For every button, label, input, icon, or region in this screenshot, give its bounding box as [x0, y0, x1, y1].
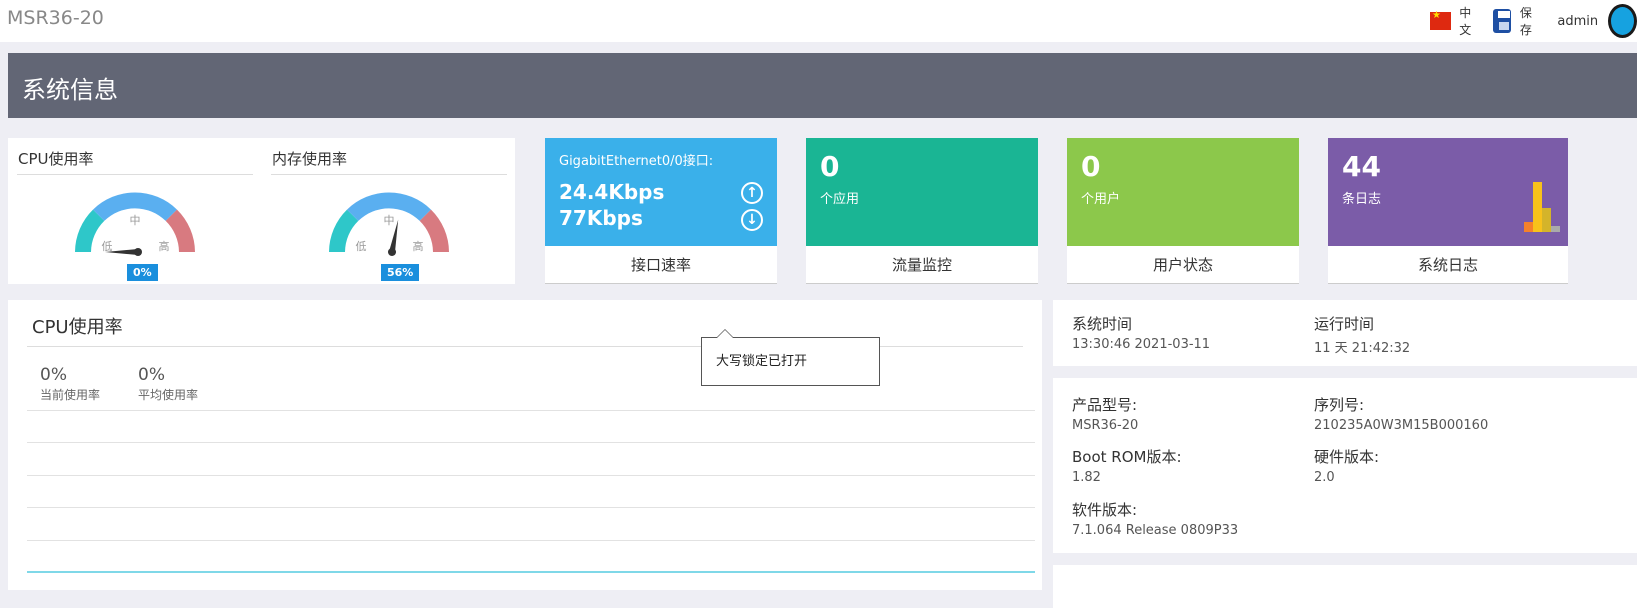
- boot-rom-value: 1.82: [1072, 470, 1101, 485]
- top-right-controls: 中文 保存 admin: [1430, 4, 1637, 38]
- upload-rate: 24.4Kbps: [559, 180, 665, 204]
- software-version-label: 软件版本:: [1072, 501, 1138, 519]
- download-arrow-icon: ↓: [741, 209, 763, 231]
- serial-number-label: 序列号:: [1314, 396, 1365, 414]
- cpu-usage-panel: CPU使用率 0% 当前使用率 0% 平均使用率: [8, 300, 1042, 590]
- avatar[interactable]: [1608, 4, 1637, 38]
- language-selector[interactable]: 中文: [1459, 4, 1479, 38]
- chart-gridline: [27, 507, 1035, 508]
- caps-lock-tooltip: 大写锁定已打开: [701, 329, 880, 386]
- device-info-card: 产品型号: MSR36-20 序列号: 210235A0W3M15B000160…: [1053, 378, 1637, 553]
- interface-rate-summary: GigabitEthernet0/0接口: 24.4Kbps 77Kbps ↑ …: [545, 138, 777, 246]
- product-model: 产品型号: MSR36-20: [1072, 394, 1138, 433]
- user-status-link[interactable]: 用户状态: [1067, 246, 1299, 284]
- user-count: 0: [1081, 150, 1101, 183]
- serial-number: 序列号: 210235A0W3M15B000160: [1314, 394, 1488, 433]
- device-model-title: MSR36-20: [7, 7, 104, 29]
- cpu-gauge-low-label: 低: [102, 240, 113, 253]
- chart-gridline: [27, 442, 1035, 443]
- log-summary: 44 条日志: [1328, 138, 1568, 246]
- average-usage-label: 平均使用率: [138, 388, 199, 402]
- usage-gauges-card: CPU使用率 中 低 高 0% 内存使用率 中 低 高 56%: [8, 138, 515, 284]
- memory-gauge[interactable]: 内存使用率 中 低 高 56%: [271, 138, 507, 284]
- product-model-value: MSR36-20: [1072, 418, 1139, 433]
- memory-usage-badge: 56%: [381, 264, 420, 281]
- average-usage-stat: 0% 平均使用率: [138, 365, 198, 403]
- save-button[interactable]: 保存: [1520, 4, 1540, 38]
- bar-chart-icon: [1524, 180, 1564, 232]
- user-status-tile[interactable]: 0 个用户 用户状态: [1067, 138, 1299, 284]
- cpu-gauge-title: CPU使用率: [18, 150, 94, 168]
- traffic-monitor-tile[interactable]: 0 个应用 流量监控: [806, 138, 1038, 284]
- traffic-monitor-link[interactable]: 流量监控: [806, 246, 1038, 284]
- chart-gridline: [27, 475, 1035, 476]
- memory-gauge-title: 内存使用率: [272, 150, 348, 168]
- memory-gauge-high-label: 高: [413, 239, 424, 253]
- system-log-link[interactable]: 系统日志: [1328, 246, 1568, 284]
- upload-arrow-icon: ↑: [741, 182, 763, 204]
- interface-name: GigabitEthernet0/0接口:: [559, 154, 714, 169]
- cpu-usage-line: [27, 571, 1035, 573]
- divider: [17, 174, 253, 175]
- china-flag-icon[interactable]: [1430, 10, 1452, 30]
- cpu-panel-title: CPU使用率: [32, 317, 123, 338]
- system-time-value: 13:30:46 2021-03-11: [1072, 337, 1211, 352]
- memory-gauge-dial: 中 低 高: [329, 192, 449, 256]
- interface-rate-link[interactable]: 接口速率: [545, 246, 777, 284]
- chart-gridline: [27, 540, 1035, 541]
- page-title: 系统信息: [22, 76, 118, 104]
- user-summary: 0 个用户: [1067, 138, 1299, 246]
- save-icon[interactable]: [1492, 9, 1511, 33]
- system-log-tile[interactable]: 44 条日志 系统日志: [1328, 138, 1568, 284]
- uptime: 运行时间 11 天 21:42:32: [1314, 313, 1410, 356]
- app-count-label: 个应用: [820, 192, 860, 207]
- log-count-label: 条日志: [1342, 192, 1382, 207]
- download-rate: 77Kbps: [559, 206, 643, 230]
- divider: [271, 174, 507, 175]
- boot-rom-version: Boot ROM版本: 1.82: [1072, 446, 1182, 485]
- hardware-version: 硬件版本: 2.0: [1314, 446, 1379, 485]
- cpu-gauge-mid-label: 中: [130, 214, 141, 227]
- cpu-usage-badge: 0%: [127, 264, 158, 281]
- system-time-label: 系统时间: [1072, 315, 1133, 333]
- chart-gridline: [27, 410, 1035, 411]
- uptime-value: 11 天 21:42:32: [1314, 341, 1411, 356]
- current-usage-label: 当前使用率: [40, 388, 101, 402]
- boot-rom-label: Boot ROM版本:: [1072, 448, 1182, 466]
- system-time: 系统时间 13:30:46 2021-03-11: [1072, 313, 1210, 352]
- user-name[interactable]: admin: [1557, 14, 1598, 29]
- cpu-gauge-high-label: 高: [159, 239, 170, 253]
- extra-info-card: [1053, 565, 1637, 608]
- uptime-label: 运行时间: [1314, 315, 1375, 333]
- hardware-version-label: 硬件版本:: [1314, 448, 1380, 466]
- software-version-value: 7.1.064 Release 0809P33: [1072, 523, 1239, 538]
- software-version: 软件版本: 7.1.064 Release 0809P33: [1072, 499, 1238, 538]
- product-model-label: 产品型号:: [1072, 396, 1138, 414]
- memory-gauge-mid-label: 中: [384, 214, 395, 227]
- current-usage-stat: 0% 当前使用率: [40, 365, 100, 403]
- system-time-card: 系统时间 13:30:46 2021-03-11 运行时间 11 天 21:42…: [1053, 300, 1637, 366]
- hardware-version-value: 2.0: [1314, 470, 1335, 485]
- interface-rate-tile[interactable]: GigabitEthernet0/0接口: 24.4Kbps 77Kbps ↑ …: [545, 138, 777, 284]
- page-banner: 系统信息: [8, 53, 1637, 118]
- cpu-gauge-dial: 中 低 高: [75, 192, 195, 256]
- cpu-gauge[interactable]: CPU使用率 中 低 高 0%: [17, 138, 253, 284]
- app-count: 0: [820, 150, 840, 183]
- memory-gauge-low-label: 低: [356, 240, 367, 253]
- traffic-summary: 0 个应用: [806, 138, 1038, 246]
- current-usage-value: 0%: [40, 365, 67, 385]
- log-count: 44: [1342, 150, 1381, 183]
- average-usage-value: 0%: [138, 365, 165, 385]
- user-count-label: 个用户: [1081, 192, 1121, 207]
- top-bar: MSR36-20 中文 保存 admin: [0, 0, 1637, 42]
- serial-number-value: 210235A0W3M15B000160: [1314, 418, 1489, 433]
